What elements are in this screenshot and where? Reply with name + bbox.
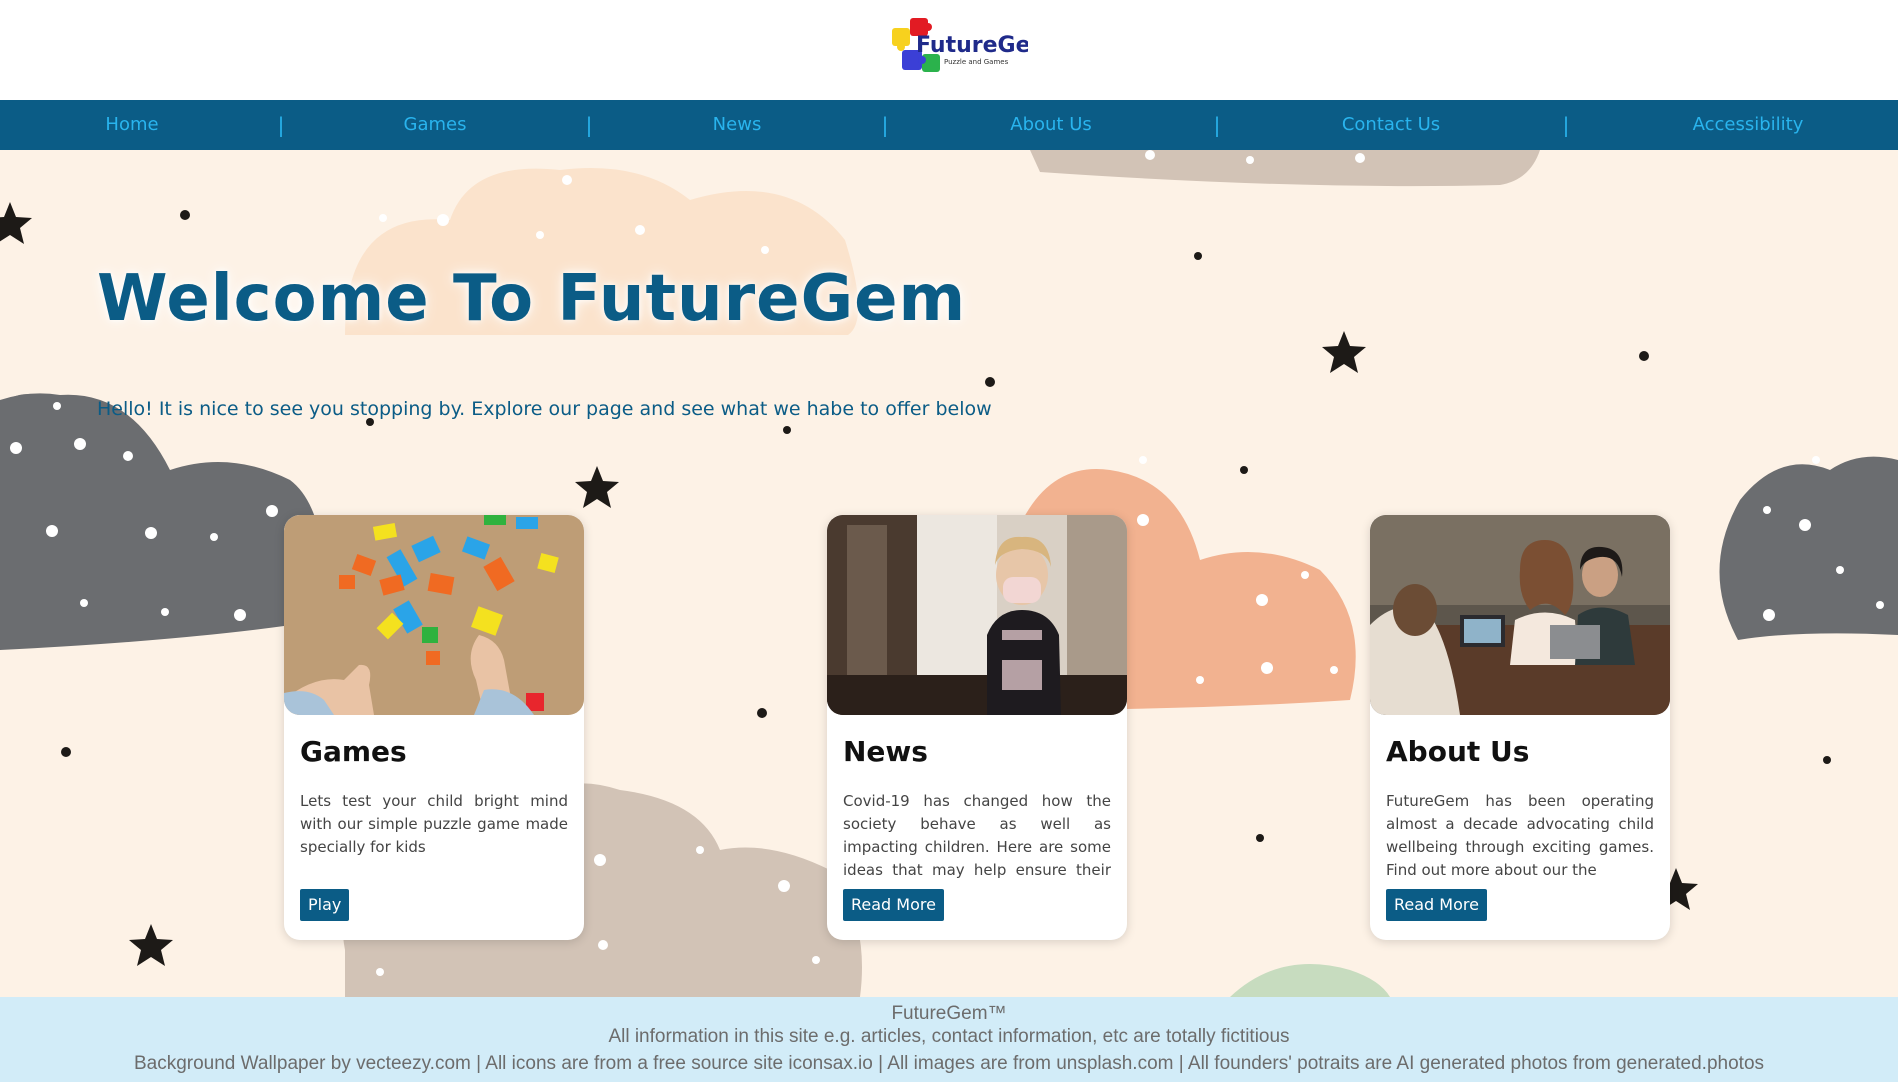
footer-brand: FutureGem™ xyxy=(891,1003,1007,1024)
nav-link-accessibility[interactable]: Accessibility xyxy=(1693,100,1804,150)
card-about-us: About Us FutureGem has been operating al… xyxy=(1370,515,1670,940)
nav-link-contact-us[interactable]: Contact Us xyxy=(1342,100,1440,150)
site-header: FutureGem Puzzle and Games xyxy=(0,0,1898,100)
card-games: Games Lets test your child bright mind w… xyxy=(284,515,584,940)
hero-intro-text: Hello! It is nice to see you stopping by… xyxy=(97,398,992,420)
nav-link-home[interactable]: Home xyxy=(105,100,158,150)
read-more-button[interactable]: Read More xyxy=(843,889,944,921)
card-title: About Us xyxy=(1386,735,1530,768)
footer-credits: Background Wallpaper by vecteezy.com | A… xyxy=(133,1053,1765,1074)
read-more-button[interactable]: Read More xyxy=(1386,889,1487,921)
card-title: Games xyxy=(300,735,407,768)
card-description: Lets test your child bright mind with ou… xyxy=(300,792,568,856)
footer-disclaimer: All information in this site e.g. articl… xyxy=(608,1026,1290,1047)
futuregem-logo[interactable]: FutureGem Puzzle and Games xyxy=(888,14,1028,84)
team-meeting-photo xyxy=(1370,515,1670,715)
nav-link-about-us[interactable]: About Us xyxy=(1010,100,1092,150)
site-footer: FutureGem™ All information in this site … xyxy=(0,997,1898,1082)
nav-separator: | xyxy=(1213,113,1221,137)
nav-separator: | xyxy=(277,113,285,137)
nav-link-news[interactable]: News xyxy=(713,100,762,150)
card-description: FutureGem has been operating almost a de… xyxy=(1386,792,1654,879)
toy-blocks-photo xyxy=(284,515,584,715)
play-button[interactable]: Play xyxy=(300,889,350,921)
nav-link-games[interactable]: Games xyxy=(404,100,467,150)
nav-separator: | xyxy=(1562,113,1570,137)
nav-separator: | xyxy=(881,113,889,137)
main-nav: Home | Games | News | About Us | Contact… xyxy=(0,100,1898,150)
masked-child-photo xyxy=(827,515,1127,715)
svg-text:Puzzle and Games: Puzzle and Games xyxy=(944,58,1009,66)
card-title: News xyxy=(843,735,928,768)
card-description: Covid-19 has changed how the society beh… xyxy=(843,792,1111,879)
nav-separator: | xyxy=(585,113,593,137)
svg-text:FutureGem: FutureGem xyxy=(916,33,1028,58)
page-title: Welcome To FutureGem xyxy=(97,262,967,336)
card-news: News Covid-19 has changed how the societ… xyxy=(827,515,1127,940)
